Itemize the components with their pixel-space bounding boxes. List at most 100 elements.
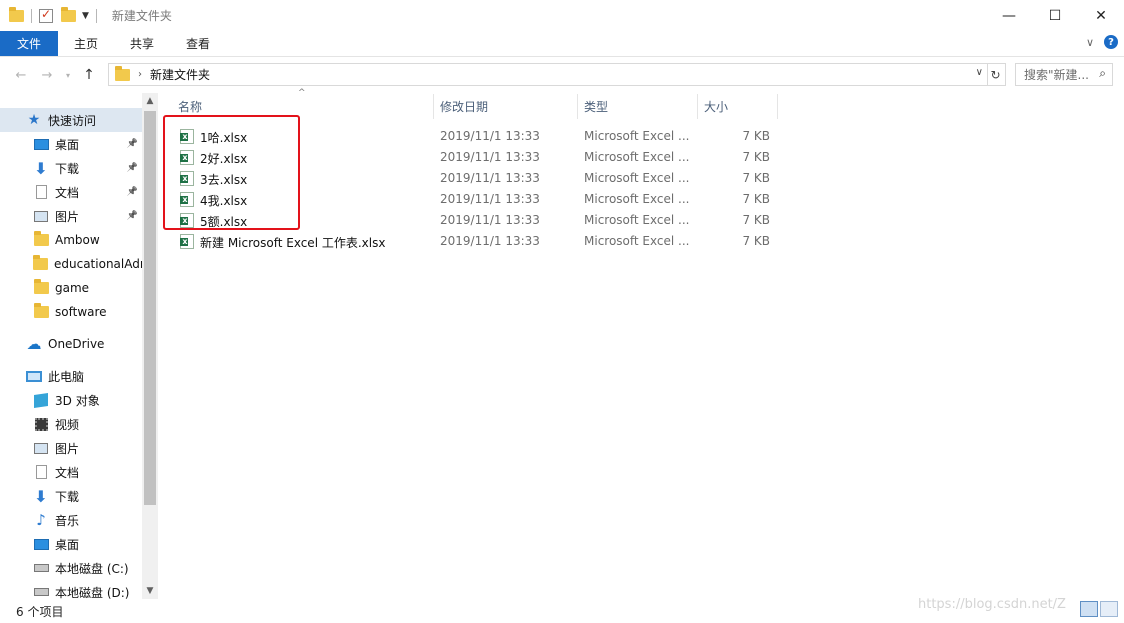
sidebar-item[interactable]: software: [0, 300, 142, 324]
address-dropdown-icon[interactable]: ∨: [976, 67, 983, 78]
window-controls: — ☐ ✕: [986, 0, 1124, 31]
document-icon: [33, 185, 49, 199]
sidebar-item-label: 桌面: [55, 537, 80, 552]
tab-view[interactable]: 查看: [170, 31, 226, 56]
sidebar-item-label: 此电脑: [48, 369, 85, 384]
picture-icon: [33, 209, 49, 223]
pc-icon: [26, 369, 42, 383]
sidebar-item[interactable]: 本地磁盘 (D:): [0, 580, 142, 599]
file-date: 2019/11/1 13:33: [440, 213, 540, 227]
search-placeholder: 搜索"新建...: [1024, 68, 1089, 82]
forward-arrow-icon[interactable]: →: [36, 68, 58, 83]
sidebar-item[interactable]: ♪ 音乐: [0, 508, 142, 532]
file-type: Microsoft Excel ...: [584, 234, 690, 248]
recent-locations-chevron-icon[interactable]: ▾: [62, 71, 74, 80]
sidebar-item[interactable]: 图片: [0, 436, 142, 460]
large-icons-view-button[interactable]: [1100, 601, 1118, 617]
item-count: 6 个项目: [16, 604, 64, 619]
file-type: Microsoft Excel ...: [584, 150, 690, 164]
column-header-type[interactable]: 类型: [576, 94, 698, 119]
minimize-button[interactable]: —: [986, 0, 1032, 31]
sidebar-item[interactable]: ★ 快速访问: [0, 108, 142, 132]
file-type: Microsoft Excel ...: [584, 171, 690, 185]
cloud-icon: ☁: [26, 335, 42, 353]
file-date: 2019/11/1 13:33: [440, 234, 540, 248]
breadcrumb-separator-icon[interactable]: ›: [138, 69, 142, 80]
desktop-icon: [33, 137, 49, 151]
3d-objects-icon: [33, 392, 49, 408]
scroll-up-arrow-icon[interactable]: ▲: [142, 96, 158, 106]
video-icon: [33, 417, 49, 431]
star-icon: ★: [27, 112, 41, 128]
file-type: Microsoft Excel ...: [584, 213, 690, 227]
folder-icon: [115, 65, 130, 81]
folder-icon: [33, 303, 49, 319]
desktop-icon: [33, 537, 49, 551]
file-type: Microsoft Excel ...: [584, 192, 690, 206]
scrollbar-thumb[interactable]: [144, 111, 156, 505]
folder-icon: [33, 255, 48, 271]
sidebar-scrollbar[interactable]: ▲ ▼: [142, 93, 158, 599]
sidebar-item-label: 桌面: [55, 137, 80, 152]
address-bar[interactable]: › 新建文件夹 ∨: [108, 63, 988, 86]
search-icon[interactable]: ⌕: [1099, 66, 1106, 81]
refresh-button[interactable]: ↻: [986, 63, 1006, 86]
annotation-highlight-box: [163, 115, 300, 230]
close-button[interactable]: ✕: [1078, 0, 1124, 31]
file-date: 2019/11/1 13:33: [440, 150, 540, 164]
file-name[interactable]: 新建 Microsoft Excel 工作表.xlsx: [200, 234, 385, 251]
folder-icon[interactable]: [9, 6, 24, 22]
details-view-button[interactable]: [1080, 601, 1098, 617]
sidebar-item-label: 视频: [55, 417, 80, 432]
tab-share[interactable]: 共享: [114, 31, 170, 56]
file-row[interactable]: 新建 Microsoft Excel 工作表.xlsx 2019/11/1 13:…: [170, 231, 780, 252]
sidebar-item[interactable]: ☁ OneDrive: [0, 332, 142, 356]
maximize-button[interactable]: ☐: [1032, 0, 1078, 31]
sidebar-item[interactable]: 图片 📌: [0, 204, 142, 228]
file-date: 2019/11/1 13:33: [440, 129, 540, 143]
sidebar-item[interactable]: 文档 📌: [0, 180, 142, 204]
folder-icon: [33, 231, 49, 247]
new-folder-icon[interactable]: [61, 6, 76, 22]
sidebar-item[interactable]: 桌面: [0, 532, 142, 556]
divider: [95, 8, 97, 23]
help-icon[interactable]: ?: [1104, 35, 1118, 49]
search-input[interactable]: 搜索"新建... ⌕: [1015, 63, 1113, 86]
download-icon: ⬇: [34, 486, 48, 506]
pin-icon: 📌: [126, 163, 138, 173]
sidebar-item-label: 本地磁盘 (C:): [55, 561, 129, 576]
properties-icon[interactable]: [39, 7, 53, 23]
sidebar-item[interactable]: 桌面 📌: [0, 132, 142, 156]
sidebar-item[interactable]: game: [0, 276, 142, 300]
breadcrumb[interactable]: 新建文件夹: [150, 66, 210, 83]
sidebar-item-label: educationalAdr: [54, 257, 145, 271]
tab-file[interactable]: 文件: [0, 31, 59, 56]
watermark: https://blog.csdn.net/Z: [918, 597, 1066, 612]
back-arrow-icon[interactable]: ←: [10, 68, 32, 83]
column-header-size[interactable]: 大小: [696, 94, 778, 119]
sidebar-item[interactable]: 视频: [0, 412, 142, 436]
sidebar-item-label: game: [55, 281, 90, 295]
scroll-down-arrow-icon[interactable]: ▼: [142, 586, 158, 596]
sidebar-item[interactable]: 此电脑: [0, 364, 142, 388]
sidebar-item[interactable]: Ambow: [0, 228, 142, 252]
sidebar-item[interactable]: ⬇ 下载 📌: [0, 156, 142, 180]
sidebar-item-label: software: [55, 305, 107, 319]
ribbon-tabs: 文件 主页 共享 查看 ∨ ?: [0, 31, 1124, 57]
tab-home[interactable]: 主页: [58, 31, 114, 56]
sidebar-item[interactable]: 文档: [0, 460, 142, 484]
customize-toolbar-chevron-icon[interactable]: ▼: [82, 11, 89, 21]
sidebar-item[interactable]: educationalAdr: [0, 252, 145, 276]
excel-file-icon: [180, 234, 194, 249]
pin-icon: 📌: [126, 187, 138, 197]
sidebar-item[interactable]: ⬇ 下载: [0, 484, 142, 508]
file-size: 7 KB: [742, 129, 770, 143]
sidebar-item-label: 图片: [55, 209, 80, 224]
up-arrow-icon[interactable]: ↑: [78, 67, 100, 83]
expand-ribbon-chevron-icon[interactable]: ∨: [1086, 36, 1094, 49]
sidebar-item[interactable]: 3D 对象: [0, 388, 142, 412]
music-icon: ♪: [36, 511, 46, 529]
column-header-date[interactable]: 修改日期: [432, 94, 578, 119]
sidebar-item[interactable]: 本地磁盘 (C:): [0, 556, 142, 580]
sidebar-item-label: 下载: [55, 489, 80, 504]
